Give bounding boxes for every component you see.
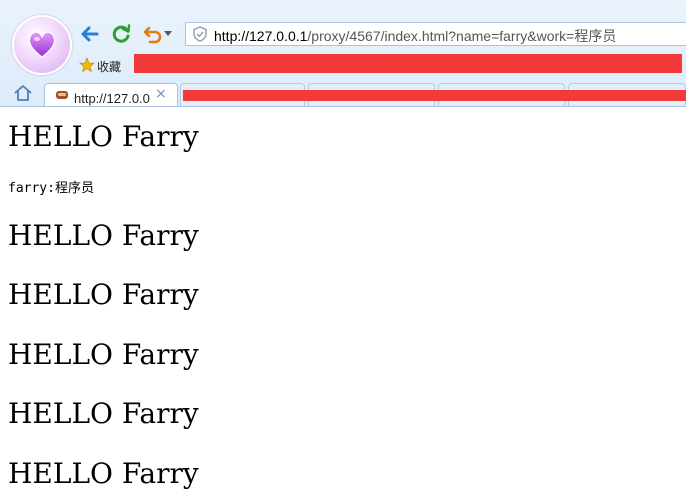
hello-heading: HELLO Farry: [8, 338, 199, 371]
back-arrow-icon[interactable]: [79, 23, 101, 45]
chevron-down-icon[interactable]: [164, 31, 172, 37]
redacted-tab-titles: [183, 90, 686, 101]
work-line: farry:程序员: [8, 181, 94, 196]
favorites-label[interactable]: 收藏: [97, 58, 121, 75]
tab-close-icon[interactable]: ×: [155, 86, 167, 102]
favorites-star-icon[interactable]: [79, 57, 95, 73]
home-icon[interactable]: [13, 84, 33, 102]
browser-chrome: http://127.0.0.1/proxy/4567/index.html?n…: [0, 0, 686, 107]
shield-icon: [193, 26, 207, 42]
hello-heading: HELLO Farry: [8, 397, 199, 430]
url-host: http://127.0.0.1: [214, 28, 308, 44]
url-text[interactable]: http://127.0.0.1/proxy/4567/index.html?n…: [214, 26, 616, 46]
hello-heading: HELLO Farry: [8, 278, 199, 311]
heart-icon: [28, 31, 56, 58]
hello-heading: HELLO Farry: [8, 457, 199, 490]
hello-heading: HELLO Farry: [8, 120, 199, 153]
page-favicon-icon: [56, 91, 68, 99]
refresh-icon[interactable]: [110, 23, 132, 45]
tab-label: http://127.0.0.1/proxy/4567/index.html?n…: [74, 91, 150, 106]
url-path: /proxy/4567/index.html?name=farry&work=程…: [307, 28, 617, 44]
undo-icon[interactable]: [142, 23, 164, 45]
user-avatar[interactable]: [12, 15, 72, 75]
tab-active[interactable]: http://127.0.0.1/proxy/4567/index.html?n…: [44, 83, 178, 107]
address-bar[interactable]: http://127.0.0.1/proxy/4567/index.html?n…: [185, 22, 686, 46]
page-content: HELLO Farry farry:程序员 HELLO Farry HELLO …: [0, 107, 686, 500]
redacted-bookmarks: [134, 54, 682, 73]
hello-heading: HELLO Farry: [8, 219, 199, 252]
